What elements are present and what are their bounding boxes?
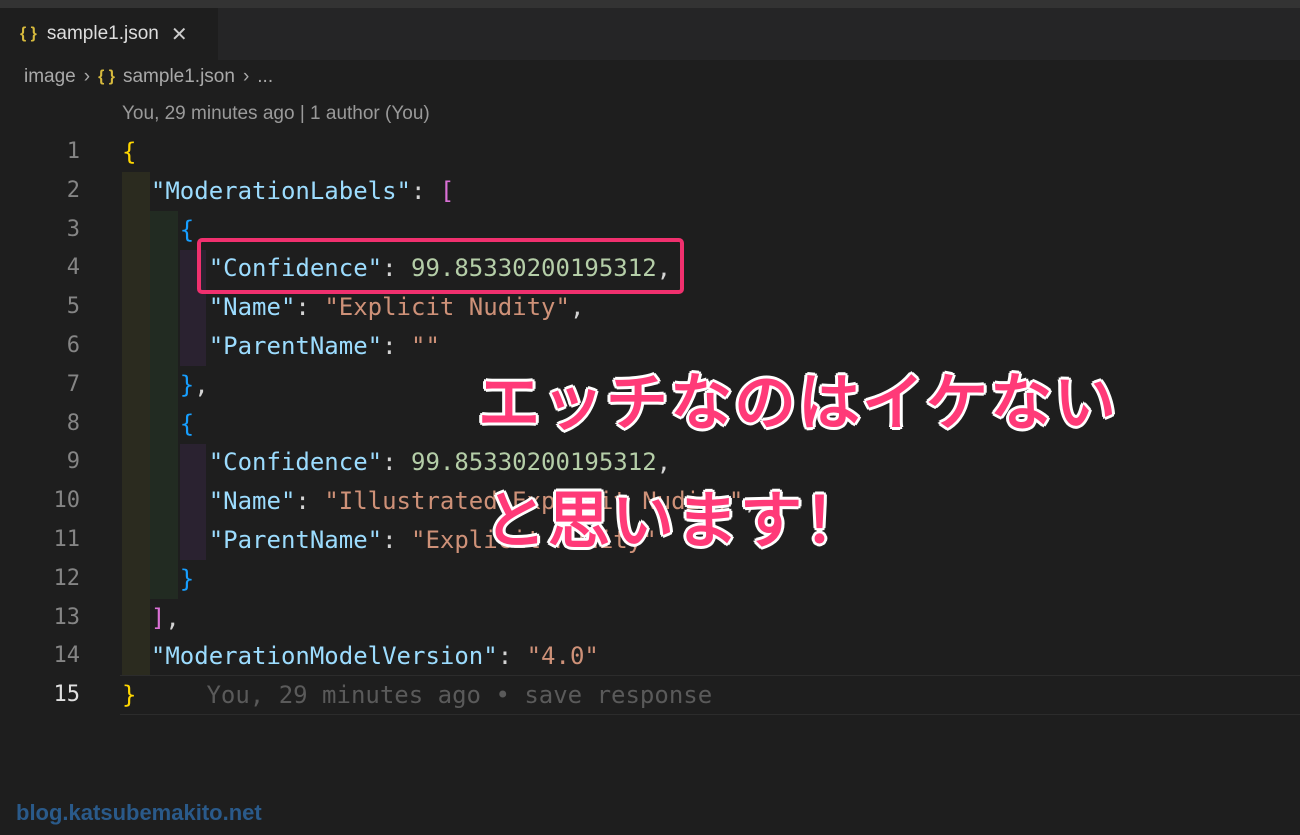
line-number: 3 [66,216,80,242]
line-number: 8 [66,410,80,436]
breadcrumb-item[interactable]: sample1.json [123,66,235,88]
code-line: 5 "Name": "Explicit Nudity", [0,288,1300,327]
line-number: 9 [66,449,80,475]
highlight-box [197,238,684,294]
title-bar [0,0,1300,8]
line-number: 2 [66,177,80,203]
code-line: 13 ], [0,599,1300,638]
line-number: 10 [53,488,81,514]
code-line: 12 } [0,560,1300,599]
overlay-caption: と思います！ [484,487,869,556]
chevron-right-icon: › [242,66,250,87]
breadcrumb: image › { } sample1.json › ... [24,66,273,88]
tab-sample1-json[interactable]: { } sample1.json ✕ [0,8,218,60]
line-number: 14 [53,643,81,669]
line-number: 13 [53,604,81,630]
chevron-right-icon: › [83,66,91,87]
code-line: 15} You, 29 minutes ago • save response [0,676,1300,715]
tab-strip: { } sample1.json ✕ [0,8,1300,60]
line-number: 6 [66,332,80,358]
line-number: 12 [53,565,81,591]
watermark: blog.katsubemakito.net [16,800,262,825]
line-number: 5 [66,294,80,320]
line-number: 11 [53,526,81,552]
json-braces-icon: { } [98,68,115,85]
code-line: 2 "ModerationLabels": [ [0,172,1300,211]
inline-blame: You, 29 minutes ago • save response [206,681,713,710]
breadcrumb-item[interactable]: image [24,66,76,88]
json-braces-icon: { } [20,25,37,42]
close-icon[interactable]: ✕ [171,22,188,47]
git-blame-header[interactable]: You, 29 minutes ago | 1 author (You) [122,103,430,125]
line-number: 4 [66,255,80,281]
line-number: 7 [66,371,80,397]
code-line: 1{ [0,133,1300,172]
line-number: 15 [53,682,81,708]
tab-label: sample1.json [46,23,159,44]
breadcrumb-item[interactable]: ... [257,66,273,88]
code-line: 14 "ModerationModelVersion": "4.0" [0,637,1300,676]
line-number: 1 [66,139,80,164]
overlay-caption: エッチなのはイケない [478,369,1119,438]
